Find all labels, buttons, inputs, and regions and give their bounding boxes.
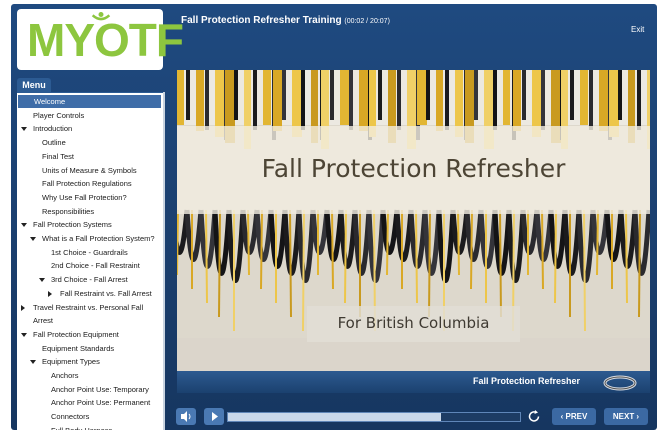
caret-down-icon[interactable] [21,332,27,337]
menu-item[interactable]: Full Body Harness [17,424,161,430]
seek-progress [228,413,442,421]
elapsed-time: (00:02 / 20:07) [344,18,390,25]
course-title: Fall Protection Refresher Training (00:0… [181,16,390,26]
menu-item-label: Fall Protection Systems [33,220,112,230]
menu-item[interactable]: Welcome [18,95,161,108]
menu-item[interactable]: 2nd Choice - Fall Restraint [17,259,161,272]
menu-item[interactable]: Travel Restraint vs. Personal Fall [17,301,161,314]
course-title-text: Fall Protection Refresher Training [181,15,342,26]
menu-item[interactable]: Fall Restraint vs. Fall Arrest [17,287,161,300]
menu-item-label: What is a Fall Protection System? [42,234,155,243]
caret-down-icon[interactable] [21,127,27,132]
menu-item[interactable]: Fall Protection Regulations [17,177,161,190]
menu-panel: Welcome Player Controls Introduction Outlin… [17,92,163,430]
slide-caption: Fall Protection Refresher [473,376,581,386]
menu-item-label: Outline [42,138,66,148]
menu-item-label: 1st Choice - Guardrails [51,247,128,257]
prev-button[interactable]: ‹ PREV [552,408,596,425]
menu-item-label: Fall Restraint vs. Fall Arrest [60,288,152,298]
menu-item-label: Equipment Types [42,357,100,367]
menu-item[interactable]: Units of Measure & Symbols [17,164,161,177]
logo: MYOTF [17,9,184,70]
menu-item-label: Units of Measure & Symbols [42,165,137,175]
caret-down-icon[interactable] [39,278,45,283]
slide-area: Fall Protection Refresher For British Co… [177,70,650,378]
menu-item-label: Fall Protection Regulations [42,179,132,189]
menu-item[interactable]: Fall Protection Equipment [17,328,161,341]
menu-item[interactable]: Why Use Fall Protection? [17,191,161,204]
menu-item[interactable]: Connectors [17,410,161,423]
menu-item-label: Welcome [34,97,66,106]
replay-icon [528,410,540,422]
exit-button[interactable]: Exit [631,26,644,34]
menu-item[interactable]: What is a Fall Protection System? [17,232,161,245]
menu-scrollbar[interactable] [163,92,165,430]
menu-item-label: Full Body Harness [51,424,112,430]
menu-item[interactable]: Outline [17,136,161,149]
menu-item[interactable]: Anchor Point Use: Permanent [17,396,161,409]
menu-item[interactable]: Fall Protection Systems [17,218,161,231]
volume-button[interactable] [176,408,196,425]
caret-right-icon[interactable] [48,290,52,297]
menu-item[interactable]: Arrest [17,314,161,327]
menu-item-label: Arrest [33,316,54,326]
caret-down-icon[interactable] [21,223,27,228]
menu-item[interactable]: Responsibilities [17,205,161,218]
caret-down-icon[interactable] [30,237,36,241]
logo-text: MYOTF [27,14,184,66]
menu-item[interactable]: Anchor Point Use: Temporary [17,383,161,396]
carabiner-icon [603,375,637,391]
menu-item-label: Why Use Fall Protection? [42,192,127,202]
menu-item[interactable]: 1st Choice - Guardrails [17,246,161,259]
slide-subtitle: For British Columbia [337,314,490,332]
next-button[interactable]: NEXT › [604,408,648,425]
caret-down-icon[interactable] [30,360,36,365]
menu-item-label: Connectors [51,412,90,422]
replay-button[interactable] [524,408,544,425]
menu-item-label: Fall Protection Equipment [33,329,119,339]
menu-item-label: Travel Restraint vs. Personal Fall [33,302,144,312]
menu-item-label: Equipment Standards [42,343,115,353]
menu-item[interactable]: Player Controls [17,109,161,122]
play-button[interactable] [204,408,224,425]
menu-item-label: 2nd Choice - Fall Restraint [51,261,140,271]
menu-item-label: Anchors [51,371,79,380]
menu-item-label: Final Test [42,151,74,161]
menu-item-label: Introduction [33,124,73,134]
menu-item[interactable]: Final Test [17,150,161,163]
menu-item[interactable]: Equipment Types [17,355,161,368]
menu-item-label: Responsibilities [42,206,95,216]
menu-item-label: Anchor Point Use: Temporary [51,384,149,394]
menu-item[interactable]: Equipment Standards [17,342,161,355]
menu-item[interactable]: Introduction [17,122,161,135]
speaker-icon [181,411,191,422]
menu-item[interactable]: Anchors [17,369,161,382]
menu-item-label: 3rd Choice - Fall Arrest [51,275,128,285]
caret-right-icon[interactable] [21,304,25,311]
menu-item[interactable]: 3rd Choice - Fall Arrest [17,273,161,286]
menu-item-label: Anchor Point Use: Permanent [51,398,151,408]
menu-item-label: Player Controls [33,110,85,120]
menu-tab[interactable]: Menu [17,78,51,93]
play-icon [212,412,218,421]
slide-title: Fall Protection Refresher [261,154,566,183]
